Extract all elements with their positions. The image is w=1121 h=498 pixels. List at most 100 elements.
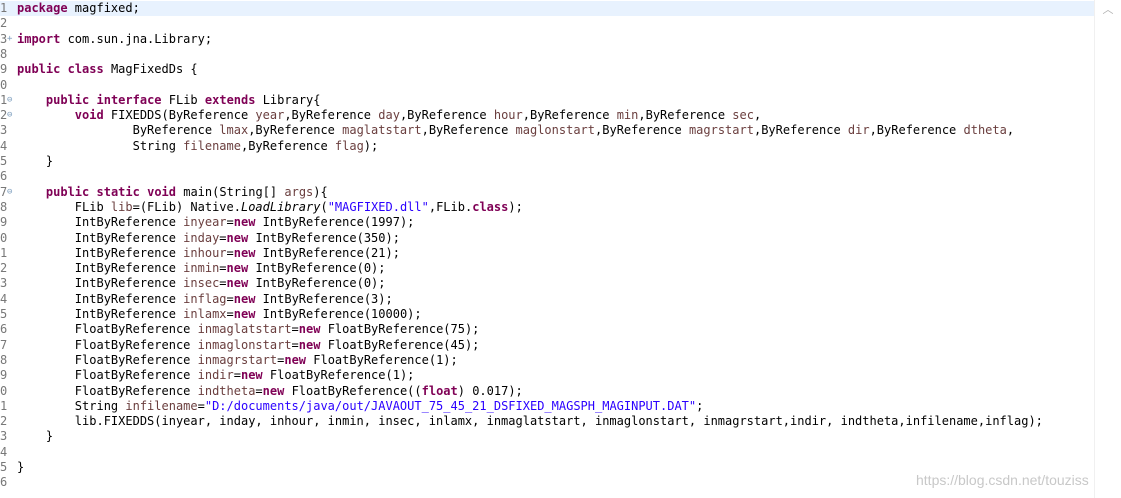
- code-line[interactable]: 7 ⊖ public static void main(String[] args…: [0, 185, 1095, 200]
- code-line[interactable]: 5 IntByReference inlamx=new IntByReferen…: [0, 307, 1095, 322]
- code-token: );: [508, 199, 523, 214]
- code-line[interactable]: 8 FloatByReference inmagrstart=new Float…: [0, 353, 1095, 368]
- code-line[interactable]: 1 String infilename="D:/documents/java/o…: [0, 399, 1095, 414]
- line-number: 4: [0, 138, 8, 153]
- code-line[interactable]: 1 package magfixed;: [0, 1, 1095, 17]
- code-token: ,ByReference: [240, 138, 335, 153]
- code-token: ,ByReference: [399, 108, 494, 123]
- code-token: ,ByReference: [638, 108, 733, 123]
- code-token: }: [17, 429, 54, 444]
- code-line[interactable]: 2 ⊖ void FIXEDDS(ByReference year,ByRefer…: [0, 108, 1095, 123]
- code-line[interactable]: 0 IntByReference inday=new IntByReferenc…: [0, 231, 1095, 246]
- code-token: FloatByReference(1);: [306, 352, 458, 367]
- code-text: IntByReference inmin=new IntByReference(…: [17, 261, 386, 276]
- code-line[interactable]: 6 FloatByReference inmaglatstart=new Flo…: [0, 322, 1095, 337]
- code-token: LoadLibrary: [240, 199, 321, 214]
- code-token: ){: [313, 184, 328, 199]
- code-token: =: [226, 291, 234, 306]
- line-number: 4: [0, 444, 8, 459]
- code-line[interactable]: 7 FloatByReference inmaglonstart=new Flo…: [0, 338, 1095, 353]
- code-line[interactable]: 9 IntByReference inyear=new IntByReferen…: [0, 215, 1095, 230]
- keyword-token: package: [17, 1, 68, 15]
- line-number: 6: [0, 169, 8, 184]
- code-token: FIXEDDS(ByReference: [103, 108, 256, 123]
- code-line[interactable]: 0: [0, 78, 1095, 93]
- code-token: ,ByReference: [595, 123, 689, 138]
- code-line[interactable]: 8: [0, 47, 1095, 62]
- fold-collapse-icon[interactable]: ⊖: [7, 108, 15, 123]
- line-number: 9: [0, 215, 8, 230]
- code-token: ,FLib.: [428, 199, 473, 214]
- keyword-token: new: [233, 307, 256, 321]
- code-token: lib.FIXEDDS(inyear, inday, inhour, inmin…: [17, 414, 1043, 429]
- line-number: 2: [0, 16, 8, 31]
- code-editor[interactable]: 1 package magfixed; 2 3 + import com.sun.jna.…: [0, 0, 1095, 498]
- code-line[interactable]: 4 String filename,ByReference flag);: [0, 139, 1095, 154]
- keyword-token: public: [17, 62, 61, 77]
- line-number: 5: [0, 154, 8, 168]
- code-text: void FIXEDDS(ByReference year,ByReferenc…: [17, 108, 761, 123]
- code-text: }: [17, 429, 53, 444]
- variable-token: day: [378, 108, 400, 123]
- code-line[interactable]: 0 FloatByReference indtheta=new FloatByR…: [0, 384, 1095, 399]
- variable-token: lmax: [219, 123, 249, 138]
- code-text: FloatByReference inmagrstart=new FloatBy…: [17, 353, 458, 368]
- code-text: FloatByReference inmaglonstart=new Float…: [17, 338, 480, 353]
- code-token: FloatByReference: [17, 322, 198, 337]
- keyword-token: new: [226, 276, 249, 291]
- variable-token: magrstart: [688, 123, 754, 138]
- code-line[interactable]: 4: [0, 445, 1095, 460]
- line-number: 8: [0, 199, 8, 214]
- code-line[interactable]: 9 FloatByReference indir=new FloatByRefe…: [0, 368, 1095, 383]
- code-token: =: [255, 383, 263, 398]
- code-token: IntByReference(10000);: [255, 307, 422, 321]
- code-line[interactable]: 1 ⊖ public interface FLib extends Library…: [0, 93, 1095, 108]
- code-line[interactable]: 2 lib.FIXEDDS(inyear, inday, inhour, inm…: [0, 414, 1095, 429]
- code-text: package magfixed;: [17, 1, 140, 16]
- code-token: ,: [1006, 123, 1015, 138]
- code-line[interactable]: 4 IntByReference inflag=new IntByReferen…: [0, 292, 1095, 307]
- code-line[interactable]: 2: [0, 16, 1095, 31]
- code-line[interactable]: 3 }: [0, 429, 1095, 444]
- code-line[interactable]: 8 FLib lib=(FLib) Native.LoadLibrary("MA…: [0, 200, 1095, 215]
- code-text: }: [17, 154, 53, 169]
- code-token: ,ByReference: [284, 108, 379, 123]
- vertical-scrollbar[interactable]: ︿: [1094, 0, 1121, 498]
- code-line[interactable]: 3 + import com.sun.jna.Library;: [0, 32, 1095, 47]
- code-token: =: [226, 215, 234, 230]
- fold-collapse-icon[interactable]: ⊖: [7, 185, 15, 200]
- code-text: FloatByReference inmaglatstart=new Float…: [17, 322, 480, 337]
- code-token: IntByReference(350);: [248, 230, 400, 245]
- code-line[interactable]: 2 IntByReference inmin=new IntByReferenc…: [0, 261, 1095, 276]
- keyword-token: new: [233, 215, 256, 230]
- code-token: com.sun.jna.Library;: [60, 31, 213, 46]
- keyword-token: new: [262, 383, 285, 398]
- variable-token: dir: [847, 123, 870, 138]
- fold-expand-icon[interactable]: +: [7, 32, 15, 47]
- line-number: 8: [0, 352, 8, 367]
- code-line[interactable]: 3 IntByReference insec=new IntByReferenc…: [0, 276, 1095, 291]
- code-text: IntByReference inhour=new IntByReference…: [17, 246, 400, 261]
- code-token: =: [219, 276, 227, 291]
- line-number: 6: [0, 475, 8, 490]
- code-text: IntByReference inyear=new IntByReference…: [17, 215, 415, 230]
- code-line[interactable]: 3 ByReference lmax,ByReference maglatsta…: [0, 123, 1095, 138]
- code-token: FloatByReference: [17, 352, 198, 367]
- line-number: 0: [0, 383, 8, 398]
- variable-token: sec: [732, 108, 754, 123]
- variable-token: dtheta: [963, 123, 1007, 138]
- code-line[interactable]: 9 public class MagFixedDs {: [0, 62, 1095, 77]
- code-line[interactable]: 5 }: [0, 154, 1095, 169]
- variable-token: filename: [183, 138, 241, 153]
- variable-token: maglonstart: [515, 123, 596, 138]
- chevron-up-icon[interactable]: ︿: [1101, 3, 1115, 17]
- line-number: 5: [0, 460, 8, 474]
- code-line[interactable]: 6: [0, 169, 1095, 184]
- fold-collapse-icon[interactable]: ⊖: [7, 93, 15, 108]
- code-token: IntByReference: [17, 261, 184, 276]
- code-line[interactable]: 1 IntByReference inhour=new IntByReferen…: [0, 246, 1095, 261]
